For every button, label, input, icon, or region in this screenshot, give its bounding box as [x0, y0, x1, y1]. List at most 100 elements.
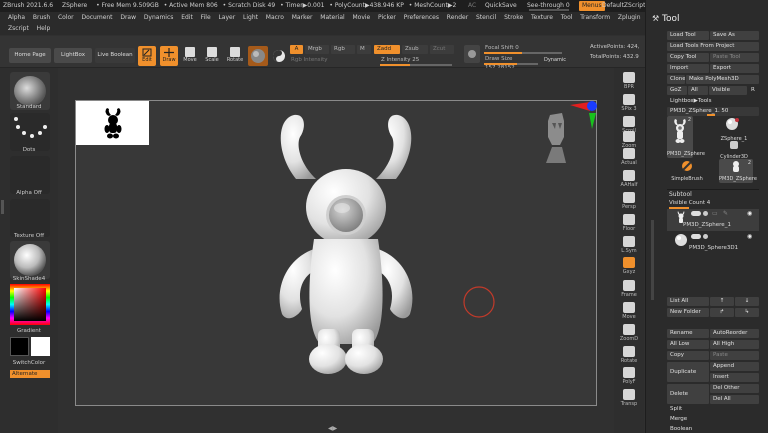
split-menu[interactable]: Split — [667, 405, 759, 414]
shelf-polyf-button[interactable]: PolyF — [616, 366, 642, 390]
duplicate-button[interactable]: Duplicate — [667, 362, 709, 382]
a-toggle[interactable]: A — [290, 45, 303, 54]
default-zscript-button[interactable]: DefaultZScript — [602, 0, 645, 12]
menu-movie[interactable]: Movie — [352, 14, 370, 21]
export-button[interactable]: Export — [710, 64, 759, 73]
bottom-tray-toggle[interactable]: ◀▶ — [328, 425, 337, 432]
paste-button[interactable]: Paste — [710, 351, 759, 360]
shelf-floor-button[interactable]: Floor — [616, 213, 642, 237]
tool-thumb-zsphere-1[interactable]: ZSphere_1 — [719, 116, 749, 142]
menu-material[interactable]: Material — [320, 14, 344, 21]
texture-selector[interactable] — [10, 199, 50, 237]
r-button[interactable]: R — [748, 86, 759, 95]
menu-macro[interactable]: Macro — [266, 14, 284, 21]
menu-texture[interactable]: Texture — [531, 14, 553, 21]
paste-tool-button[interactable]: Paste Tool — [710, 53, 759, 62]
list-all-button[interactable]: List All — [667, 297, 709, 306]
load-tool-button[interactable]: Load Tool — [667, 31, 709, 40]
orientation-gizmo[interactable] — [540, 101, 598, 173]
menu-zscript[interactable]: Zscript — [8, 25, 29, 32]
menu-help[interactable]: Help — [37, 25, 51, 32]
menu-dynamics[interactable]: Dynamics — [144, 14, 174, 21]
menu-light[interactable]: Light — [243, 14, 258, 21]
alpha-selector[interactable] — [10, 156, 50, 194]
zadd-toggle[interactable]: Zadd — [374, 45, 400, 54]
delete-button[interactable]: Delete — [667, 384, 709, 404]
menu-zplugin[interactable]: Zplugin — [618, 14, 641, 21]
shelf-move-button[interactable]: Move — [616, 301, 642, 325]
subtool-dot-icon[interactable] — [703, 234, 708, 239]
visible-count-slider[interactable]: Visible Count 4 — [669, 200, 710, 209]
del-all-button[interactable]: Del All — [710, 395, 759, 404]
m-toggle[interactable]: M — [357, 45, 371, 54]
tool-thumb-pm3d-zsphere[interactable]: 2 PM3D_ZSphere — [667, 116, 705, 158]
merge-menu[interactable]: Merge — [667, 415, 759, 424]
material-button[interactable] — [248, 46, 268, 66]
tool-thumb-pm3d-zsphere-2[interactable]: 2 PM3D_ZSphere — [719, 159, 757, 183]
material-selector[interactable] — [10, 241, 50, 279]
boolean-menu[interactable]: Boolean — [667, 425, 759, 433]
shelf-actual-button[interactable]: Actual — [616, 147, 642, 171]
navigation-thumbnail[interactable] — [76, 101, 149, 145]
menu-draw[interactable]: Draw — [120, 14, 136, 21]
palette-scrollbar[interactable] — [651, 220, 654, 300]
see-through-slider[interactable]: See-through 0 — [527, 0, 570, 12]
home-page-button[interactable]: Home Page — [9, 48, 51, 63]
all-high-button[interactable]: All High — [710, 340, 759, 349]
menu-alpha[interactable]: Alpha — [8, 14, 25, 21]
gradient-label[interactable]: Gradient — [0, 328, 58, 334]
copy-tool-button[interactable]: Copy Tool — [667, 53, 709, 62]
subtool-toggle[interactable] — [691, 211, 701, 216]
all-button[interactable]: All — [688, 86, 708, 95]
eye-icon[interactable]: ◉ — [747, 233, 752, 240]
menu-layer[interactable]: Layer — [218, 14, 235, 21]
make-polymesh3d-button[interactable]: Make PolyMesh3D — [686, 75, 759, 84]
tool-thumb-simplebrush[interactable]: SimpleBrush — [667, 159, 707, 183]
insert-button[interactable]: Insert — [710, 373, 759, 382]
tool-thumb-cylinder3d[interactable]: Cylinder3D — [719, 140, 749, 160]
z-intensity-slider[interactable]: Z Intensity 25 — [378, 56, 458, 66]
draw-button[interactable]: Draw — [160, 46, 178, 66]
viewport[interactable]: ◀▶ — [58, 68, 614, 433]
new-folder-button[interactable]: New Folder — [667, 308, 709, 317]
switch-color-button[interactable]: SwitchColor — [0, 360, 58, 366]
menus-button[interactable]: Menus — [579, 1, 605, 11]
subtool-row[interactable]: ◉ PM3D_Sphere3D1 — [667, 232, 759, 254]
zsub-toggle[interactable]: Zsub — [402, 45, 428, 54]
move-up-alt-button[interactable]: ↱ — [710, 308, 734, 317]
save-as-button[interactable]: Save As — [710, 31, 759, 40]
folder-icon[interactable]: ▭ — [712, 210, 718, 217]
alternate-button[interactable]: Alternate — [10, 370, 50, 378]
brush-icon[interactable]: ✎ — [723, 210, 728, 217]
shelf-transp-button[interactable]: Transp — [616, 388, 642, 412]
scale-button[interactable]: Scale — [203, 47, 221, 63]
menu-stencil[interactable]: Stencil — [476, 14, 496, 21]
menu-brush[interactable]: Brush — [33, 14, 50, 21]
lightbox-tools-button[interactable]: Lightbox▶Tools — [667, 97, 759, 106]
transp-mode-icon[interactable] — [464, 45, 480, 63]
left-tray-handle[interactable] — [1, 200, 4, 214]
menu-picker[interactable]: Picker — [378, 14, 396, 21]
rotate-button[interactable]: Rotate — [225, 47, 245, 63]
eye-icon[interactable]: ◉ — [747, 210, 752, 217]
draw-size-slider[interactable]: Draw Size 157.28152 — [482, 55, 542, 71]
shelf-aahalf-button[interactable]: AAHalf — [616, 169, 642, 193]
stroke-selector[interactable] — [10, 113, 50, 151]
menu-marker[interactable]: Marker — [292, 14, 313, 21]
lightbox-button[interactable]: LightBox — [54, 48, 92, 63]
all-low-button[interactable]: All Low — [667, 340, 709, 349]
load-tools-from-project-button[interactable]: Load Tools From Project — [667, 42, 759, 51]
rgb-intensity-slider[interactable]: Rgb Intensity — [288, 56, 372, 65]
secondary-color-swatch[interactable] — [31, 337, 50, 356]
zcut-toggle[interactable]: Zcut — [430, 45, 454, 54]
shelf-persp-button[interactable]: Persp — [616, 191, 642, 215]
menu-file[interactable]: File — [201, 14, 211, 21]
current-tool-slider[interactable]: PM3D_ZSphere_1. 50 — [667, 107, 759, 116]
edit-button[interactable]: Edit — [138, 46, 156, 66]
del-other-button[interactable]: Del Other — [710, 384, 759, 393]
mrgb-toggle[interactable]: Mrgb — [305, 45, 329, 54]
shelf-spix-3-button[interactable]: SPix 3 — [616, 93, 642, 117]
visible-button[interactable]: Visible — [709, 86, 747, 95]
shelf-gxyz-button[interactable]: Gxyz — [616, 256, 642, 280]
main-color-swatch[interactable] — [10, 337, 29, 356]
